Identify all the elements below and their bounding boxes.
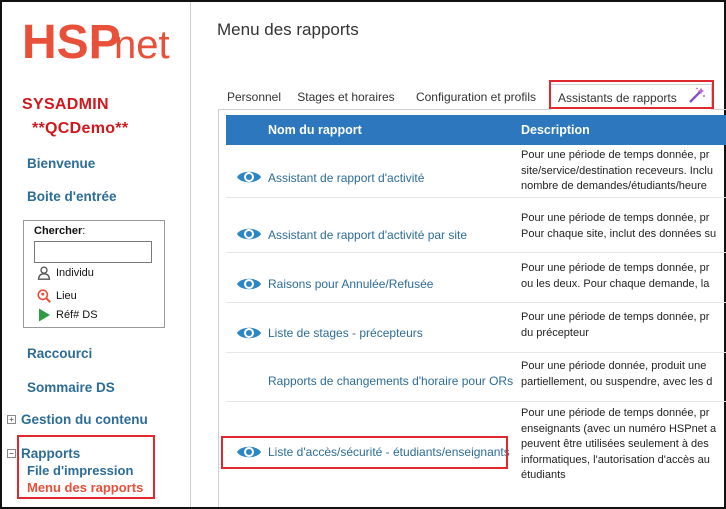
- person-icon: [37, 266, 51, 280]
- report-description: Pour une période de temps donnée, pr Pou…: [521, 211, 726, 242]
- column-header-description[interactable]: Description: [521, 115, 590, 145]
- description-line: peuvent être utilisées seulement à des: [521, 438, 709, 450]
- search-label: Chercher:: [34, 225, 85, 237]
- assistants-tab-highlight-box: [549, 80, 714, 109]
- report-name-link[interactable]: Rapports de changements d'horaire pour O…: [268, 374, 513, 388]
- search-option-ref-ds[interactable]: Réf# DS: [37, 307, 98, 323]
- tab-personnel[interactable]: Personnel: [218, 84, 290, 110]
- nav-welcome-link[interactable]: Bienvenue: [27, 156, 95, 171]
- search-panel: Chercher: Individu Lieu Réf# DS: [23, 220, 165, 328]
- table-header: Nom du rapport Description: [226, 115, 726, 145]
- tab-stages-horaires[interactable]: Stages et horaires: [290, 84, 402, 110]
- logo-hsp-text: HSP: [22, 16, 121, 66]
- search-option-lieu[interactable]: Lieu: [37, 288, 77, 304]
- eye-preview-icon[interactable]: [236, 168, 262, 186]
- hspnet-logo[interactable]: HSP net: [22, 10, 172, 66]
- table-row: Raisons pour Annulée/Refusée Pour une pé…: [226, 254, 726, 303]
- description-line: Pour une période de temps donnée, pr: [521, 212, 710, 224]
- search-option-label: Individu: [56, 267, 94, 279]
- report-description: Pour une période de temps donnée, pr sit…: [521, 148, 726, 195]
- report-name-link[interactable]: Assistant de rapport d'activité par site: [268, 228, 467, 242]
- table-row: Rapports de changements d'horaire pour O…: [226, 354, 726, 402]
- content-management-toggle[interactable]: + Gestion du contenu: [7, 412, 148, 427]
- play-arrow-icon: [37, 308, 51, 322]
- description-line: Pour chaque site, inclut des données su: [521, 227, 717, 240]
- description-line: enseignants (avec un numéro HSPnet a: [521, 422, 717, 435]
- description-line: Pour une période de temps donnée, pr: [521, 149, 710, 161]
- nav-shortcut-link[interactable]: Raccourci: [27, 346, 92, 361]
- search-option-label: Réf# DS: [56, 309, 98, 321]
- page-title: Menu des rapports: [217, 20, 359, 39]
- search-option-individu[interactable]: Individu: [37, 265, 94, 281]
- environment-name: **QCDemo**: [32, 120, 129, 137]
- location-search-icon: [37, 289, 51, 303]
- description-line: Pour une période donnée, produit une: [521, 360, 707, 372]
- description-line: site/service/destination receveurs. Incl…: [521, 164, 713, 177]
- report-description: Pour une période de temps donnée, pr du …: [521, 310, 726, 341]
- report-description: Pour une période de temps donnée, pr ens…: [521, 406, 726, 484]
- table-row: Assistant de rapport d'activité Pour une…: [226, 146, 726, 198]
- report-name-link[interactable]: Liste de stages - précepteurs: [268, 326, 423, 340]
- user-name: SYSADMIN: [22, 96, 109, 113]
- eye-preview-icon[interactable]: [236, 324, 262, 342]
- eye-preview-icon[interactable]: [236, 275, 262, 293]
- report-name-link[interactable]: Assistant de rapport d'activité: [268, 171, 424, 185]
- search-label-text: Chercher: [34, 225, 83, 237]
- description-line: nombre de demandes/étudiants/heure: [521, 180, 707, 192]
- expand-plus-icon: +: [7, 415, 16, 424]
- description-line: Pour une période de temps donnée, pr: [521, 407, 710, 419]
- search-option-label: Lieu: [56, 290, 77, 302]
- eye-preview-icon[interactable]: [236, 225, 262, 243]
- report-name-link[interactable]: Raisons pour Annulée/Refusée: [268, 277, 433, 291]
- collapse-minus-icon: −: [7, 449, 16, 458]
- column-header-name[interactable]: Nom du rapport: [268, 115, 362, 145]
- sidebar-divider: [190, 2, 191, 507]
- description-line: Pour une période de temps donnée, pr: [521, 311, 710, 323]
- description-line: du précepteur: [521, 326, 589, 339]
- nav-inbox-link[interactable]: Boite d'entrée: [27, 189, 116, 204]
- report-description: Pour une période de temps donnée, pr ou …: [521, 261, 726, 292]
- logo-net-text: net: [114, 23, 170, 66]
- report-description: Pour une période donnée, produit une par…: [521, 359, 726, 390]
- description-line: ou les deux. Pour chaque demande, la: [521, 277, 710, 290]
- table-row: Assistant de rapport d'activité par site…: [226, 199, 726, 253]
- reports-highlight-box: [17, 435, 155, 499]
- description-line: Pour une période de temps donnée, pr: [521, 262, 710, 274]
- nav-ds-summary-link[interactable]: Sommaire DS: [27, 380, 115, 395]
- search-label-colon: :: [82, 225, 86, 237]
- description-line: étudiants: [521, 469, 566, 481]
- description-line: informatiques, l'autorisation d'accès au: [521, 453, 710, 466]
- search-input[interactable]: [34, 241, 152, 263]
- description-line: partiellement, ou suspendre, avec les d: [521, 375, 713, 388]
- access-list-highlight-box: [221, 436, 508, 469]
- content-management-label: Gestion du contenu: [21, 412, 148, 427]
- table-row: Liste de stages - précepteurs Pour une p…: [226, 304, 726, 353]
- tab-configuration-profils[interactable]: Configuration et profils: [402, 84, 550, 110]
